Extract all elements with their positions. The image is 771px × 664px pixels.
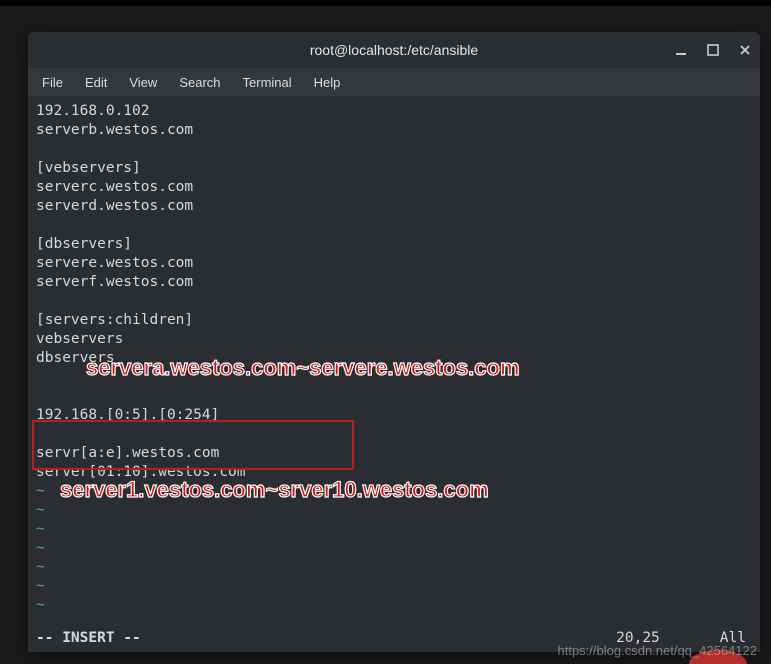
vim-tilde-lines: ~~~~~~~ [36, 482, 752, 615]
minimize-button[interactable] [674, 43, 688, 57]
vim-tilde: ~ [36, 558, 752, 577]
terminal-line: serverb.westos.com [36, 121, 752, 140]
terminal-window: root@localhost:/etc/ansible File Edit Vi… [28, 32, 760, 652]
terminal-line: server[01:10].westos.com [36, 463, 752, 482]
menu-view[interactable]: View [119, 71, 167, 94]
menubar: File Edit View Search Terminal Help [28, 68, 760, 96]
terminal-line: servr[a:e].westos.com [36, 444, 752, 463]
vim-cursor-position: 20,25 [616, 629, 720, 648]
terminal-line [36, 387, 752, 406]
terminal-content: 192.168.0.102serverb.westos.com [vebserv… [36, 102, 752, 482]
terminal-line: serverf.westos.com [36, 273, 752, 292]
window-controls [674, 32, 752, 68]
terminal-line: [vebservers] [36, 159, 752, 178]
window-title: root@localhost:/etc/ansible [310, 42, 478, 58]
menu-edit[interactable]: Edit [75, 71, 117, 94]
menu-file[interactable]: File [32, 71, 73, 94]
terminal-line [36, 140, 752, 159]
terminal-line: serverc.westos.com [36, 178, 752, 197]
vim-tilde: ~ [36, 520, 752, 539]
terminal-line [36, 292, 752, 311]
terminal-line: [servers:children] [36, 311, 752, 330]
terminal-line: servere.westos.com [36, 254, 752, 273]
terminal-line [36, 216, 752, 235]
vim-tilde: ~ [36, 539, 752, 558]
menu-help[interactable]: Help [304, 71, 351, 94]
terminal-line: 192.168.[0:5].[0:254] [36, 406, 752, 425]
vim-statusbar: -- INSERT -- 20,25 All [36, 629, 752, 648]
decorative-blob [689, 650, 747, 664]
maximize-button[interactable] [706, 43, 720, 57]
vim-scroll-percent: All [720, 629, 752, 648]
terminal-line: [dbservers] [36, 235, 752, 254]
terminal-area[interactable]: 192.168.0.102serverb.westos.com [vebserv… [28, 96, 760, 652]
vim-tilde: ~ [36, 596, 752, 615]
terminal-line: 192.168.0.102 [36, 102, 752, 121]
vim-tilde: ~ [36, 501, 752, 520]
menu-search[interactable]: Search [169, 71, 230, 94]
vim-tilde: ~ [36, 482, 752, 501]
vim-tilde: ~ [36, 577, 752, 596]
terminal-line: vebservers [36, 330, 752, 349]
terminal-line: dbservers [36, 349, 752, 368]
vim-mode: -- INSERT -- [36, 629, 141, 648]
terminal-line [36, 425, 752, 444]
terminal-line [36, 368, 752, 387]
titlebar: root@localhost:/etc/ansible [28, 32, 760, 68]
terminal-line: serverd.westos.com [36, 197, 752, 216]
close-button[interactable] [738, 43, 752, 57]
menu-terminal[interactable]: Terminal [233, 71, 302, 94]
